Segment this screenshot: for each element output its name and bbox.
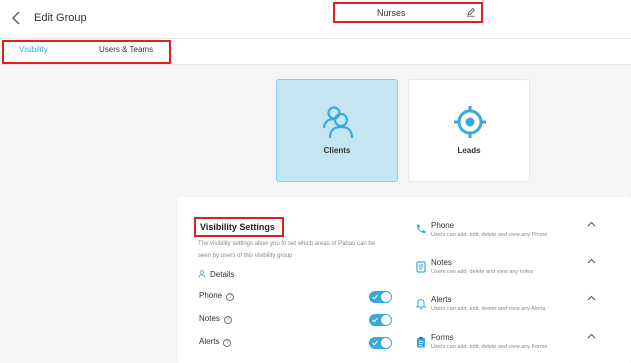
help-icon[interactable]: ? [223,316,232,324]
page-title: Edit Group [34,12,87,24]
toggle-knob [381,338,391,348]
alerts-permission-row: Alerts? [199,337,232,347]
tab-bar: Visibility Users & Teams [0,38,631,65]
person-icon [198,270,206,278]
users-icon [322,106,354,139]
clients-card[interactable]: Clients [276,79,398,182]
notes-label: Notes [199,314,220,323]
alerts-toggle[interactable] [369,337,392,349]
check-icon [372,317,378,323]
phone-label: Phone [199,291,223,300]
back-arrow-icon[interactable] [9,10,25,26]
chevron-up-icon[interactable] [587,258,596,264]
forms-module-desc: Users can add, edit, delete and view any… [431,344,548,350]
toggle-knob [381,315,391,325]
target-icon [454,106,486,138]
phone-module-desc: Users can add, edit, delete and view any… [431,232,548,238]
group-name-text: Nurses [377,8,406,18]
leads-card[interactable]: Leads [408,79,530,182]
clients-card-label: Clients [323,146,351,155]
alerts-module-title: Alerts [431,295,452,304]
help-icon[interactable]: ? [223,339,232,347]
tab-visibility[interactable]: Visibility [19,45,48,54]
bell-icon [415,298,427,310]
phone-permission-row: Phone? [199,291,235,301]
notes-icon [416,261,426,273]
visibility-description: The visibility settings allow you to set… [198,241,376,259]
details-section: Details [198,270,234,279]
details-label: Details [210,270,235,279]
check-icon [372,340,378,346]
phone-module-title: Phone [431,221,455,230]
notes-module-desc: Users can add, delete and view any notes [431,269,534,275]
leads-card-label: Leads [457,146,481,155]
forms-module-title: Forms [431,333,454,342]
chevron-up-icon[interactable] [587,333,596,339]
pencil-icon[interactable] [466,7,476,17]
notes-permission-row: Notes? [199,314,232,324]
alerts-module-desc: Users can add, edit, delete and view any… [431,306,546,312]
chevron-up-icon[interactable] [587,221,596,227]
group-name-field[interactable]: Nurses [333,2,483,23]
check-icon [372,294,378,300]
notes-module-title: Notes [431,258,452,267]
alerts-label: Alerts [199,337,220,346]
chevron-up-icon[interactable] [587,295,596,301]
visibility-settings-title: Visibility Settings [200,222,275,232]
phone-toggle[interactable] [369,291,392,303]
toggle-knob [381,292,391,302]
phone-icon [416,224,426,234]
help-icon[interactable]: ? [226,293,235,301]
notes-toggle[interactable] [369,314,392,326]
tab-users-teams[interactable]: Users & Teams [99,45,153,54]
visibility-settings-heading-box: Visibility Settings [194,217,284,237]
visibility-panel: Visibility Settings The visibility setti… [178,197,631,363]
header-bar: Edit Group Nurses [0,0,631,38]
clipboard-icon [417,337,425,348]
